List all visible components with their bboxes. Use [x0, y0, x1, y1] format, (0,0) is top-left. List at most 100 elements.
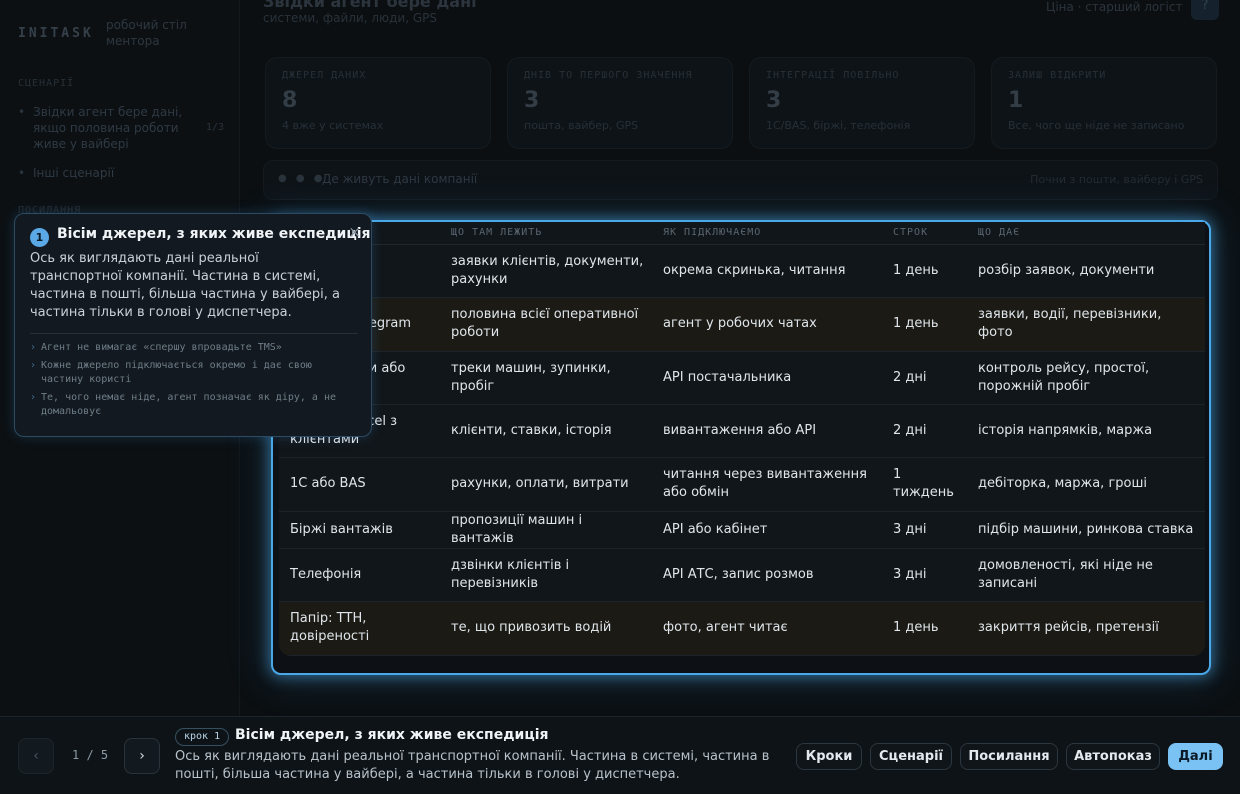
section-header: ● ● ● Де живуть дані компанії Почни з по… — [263, 160, 1218, 200]
cell-connection: API постачальника — [652, 351, 882, 405]
cell-connection: API або кабінет — [652, 511, 882, 549]
cell-contents: те, що привозить водій — [440, 601, 652, 656]
table-row: CRM або Excel з клієнтамиклієнти, ставки… — [279, 404, 1205, 458]
page-title: Звідки агент бере дані — [263, 0, 477, 11]
stat-card: ІНТЕГРАЦІЇ ПОВІЛЬНО 3 1С/BAS, біржі, тел… — [749, 57, 975, 149]
sidebar-section-label: СЦЕНАРІЇ — [18, 78, 75, 89]
cell-term: 1 день — [882, 601, 967, 656]
cell-value: розбір заявок, документи — [967, 244, 1205, 298]
cell-term: 3 дні — [882, 548, 967, 602]
previous-step-button[interactable]: ‹ — [18, 738, 54, 774]
stat-label: ІНТЕГРАЦІЇ ПОВІЛЬНО — [766, 70, 900, 81]
cell-term: 1 день — [882, 244, 967, 298]
next-step-arrow-button[interactable]: › — [124, 738, 160, 774]
bullet-icon: • — [18, 166, 26, 180]
cell-value: підбір машини, ринкова ставка — [967, 511, 1205, 549]
page-subtitle: системи, файли, люди, GPS — [263, 11, 438, 25]
step-description: Ось як виглядають дані реальної транспор… — [175, 749, 770, 782]
stat-value: 8 — [282, 88, 298, 113]
scenarios-button[interactable]: Сценарії — [870, 743, 952, 770]
cell-term: 1 тиждень — [882, 457, 967, 512]
cell-term: 2 дні — [882, 404, 967, 458]
section-hint: Почни з пошти, вайберу і GPS — [1030, 173, 1203, 186]
brand-logo: INITASK — [18, 26, 94, 41]
sidebar-item-label: Звідки агент бере дані, якщо половина ро… — [33, 105, 183, 151]
sidebar-item-count: 1/3 — [206, 122, 225, 133]
cell-source: Телефонія — [279, 548, 440, 602]
steps-button[interactable]: Кроки — [796, 743, 862, 770]
data-sources-table: ДЖЕРЕЛО ЩО ТАМ ЛЕЖИТЬ ЯК ПІДКЛЮЧАЄМО СТР… — [279, 222, 1205, 656]
step-pager: 1 / 5 — [72, 748, 109, 762]
user-role: Ціна · старший логіст — [1046, 0, 1183, 14]
step-popover: 1 Вісім джерел, з яких живе експедиція ×… — [14, 213, 372, 437]
cell-source: Біржі вантажів — [279, 511, 440, 549]
table-row: Вайбер і Telegramполовина всієї оператив… — [279, 297, 1205, 352]
table-row: Телефонія дзвінки клієнтів і перевізників… — [279, 548, 1205, 602]
table-row: Поштазаявки клієнтів, документи, рахунки… — [279, 244, 1205, 298]
links-button[interactable]: Посилання — [960, 743, 1058, 770]
next-button[interactable]: Далі — [1168, 743, 1223, 770]
arrow-icon: › — [30, 342, 37, 353]
cell-contents: заявки клієнтів, документи, рахунки — [440, 244, 652, 298]
cell-value: дебіторка, маржа, гроші — [967, 457, 1205, 512]
popover-bullet: › Агент не вимагає «спершу впровадьте TMS… — [30, 342, 282, 353]
stat-label: ЗАЛИШ ВІДКРИТИ — [1008, 70, 1107, 81]
cell-term: 1 день — [882, 297, 967, 352]
cell-value: контроль рейсу, простої, порожній пробіг — [967, 351, 1205, 405]
cell-contents: клієнти, ставки, історія — [440, 404, 652, 458]
stat-card: ДЖЕРЕЛ ДАНИХ 8 4 вже у системах — [265, 57, 491, 149]
stat-value: 3 — [524, 88, 540, 113]
cell-value: заявки, водії, перевізники, фото — [967, 297, 1205, 352]
cell-value: закриття рейсів, претензії — [967, 601, 1205, 656]
popover-bullet: › Те, чого немає ніде, агент позначає як … — [30, 392, 337, 417]
window-dots-icon: ● ● ● — [278, 173, 326, 184]
cell-connection: вивантаження або API — [652, 404, 882, 458]
popover-bullets: › Агент не вимагає «спершу впровадьте TMS… — [30, 341, 355, 423]
cell-source: 1С або BAS — [279, 457, 440, 512]
cell-connection: агент у робочих чатах — [652, 297, 882, 352]
column-header-value: ЩО ДАЄ — [967, 222, 1205, 245]
stat-note: Все, чого ще ніде не записано — [1008, 119, 1185, 132]
help-button[interactable]: ? — [1191, 0, 1219, 20]
stat-value: 1 — [1008, 88, 1024, 113]
stat-value: 3 — [766, 88, 782, 113]
cell-connection: читання через вивантаження або обмін — [652, 457, 882, 512]
cell-connection: API АТС, запис розмов — [652, 548, 882, 602]
tour-bottom-bar: ‹ 1 / 5 › крок 1 Вісім джерел, з яких жи… — [0, 716, 1240, 794]
cell-contents: треки машин, зупинки, пробіг — [440, 351, 652, 405]
table-header-row: ДЖЕРЕЛО ЩО ТАМ ЛЕЖИТЬ ЯК ПІДКЛЮЧАЄМО СТР… — [279, 222, 1205, 245]
stat-note: 4 вже у системах — [282, 119, 384, 132]
stat-card: ДНІВ ТО ПЕРШОГО ЗНАЧЕННЯ 3 пошта, вайбер… — [507, 57, 733, 149]
stat-note: 1С/BAS, біржі, телефонія — [766, 119, 911, 132]
cell-value: домовленості, які ніде не записані — [967, 548, 1205, 602]
cell-connection: фото, агент читає — [652, 601, 882, 656]
cell-value: історія напрямків, маржа — [967, 404, 1205, 458]
step-title: Вісім джерел, з яких живе експедиція — [235, 727, 549, 743]
cell-contents: дзвінки клієнтів і перевізників — [440, 548, 652, 602]
popover-bullet: › Кожне джерело підключається окремо і да… — [30, 360, 312, 385]
column-header-connection: ЯК ПІДКЛЮЧАЄМО — [652, 222, 882, 245]
table-row: Біржі вантажів пропозиції машин і вантажі… — [279, 511, 1205, 549]
cell-contents: половина всієї оперативної роботи — [440, 297, 652, 352]
popover-divider — [30, 333, 358, 334]
popover-body: Ось як виглядають дані реальної транспор… — [30, 251, 341, 320]
arrow-icon: › — [30, 392, 37, 403]
autoplay-button[interactable]: Автопоказ — [1066, 743, 1160, 770]
table-row: 1С або BAS рахунки, оплати, витрати читанн… — [279, 457, 1205, 512]
cell-connection: окрема скринька, читання — [652, 244, 882, 298]
highlighted-table-frame: ДЖЕРЕЛО ЩО ТАМ ЛЕЖИТЬ ЯК ПІДКЛЮЧАЄМО СТР… — [271, 220, 1211, 675]
stat-card: ЗАЛИШ ВІДКРИТИ 1 Все, чого ще ніде не за… — [991, 57, 1217, 149]
popover-title: Вісім джерел, з яких живе експедиція — [57, 226, 371, 242]
table-row: Папір: ТТН, довіреності те, що привозить … — [279, 601, 1205, 656]
step-number-badge: 1 — [30, 228, 49, 247]
cell-contents: пропозиції машин і вантажів — [440, 511, 652, 549]
section-title: Де живуть дані компанії — [322, 172, 478, 186]
close-icon[interactable]: × — [348, 223, 361, 241]
cell-term: 2 дні — [882, 351, 967, 405]
cell-term: 3 дні — [882, 511, 967, 549]
column-header-contents: ЩО ТАМ ЛЕЖИТЬ — [440, 222, 652, 245]
cell-source: Папір: ТТН, довіреності — [279, 601, 440, 656]
bullet-icon: • — [18, 105, 26, 119]
column-header-term: СТРОК — [882, 222, 967, 245]
cell-contents: рахунки, оплати, витрати — [440, 457, 652, 512]
